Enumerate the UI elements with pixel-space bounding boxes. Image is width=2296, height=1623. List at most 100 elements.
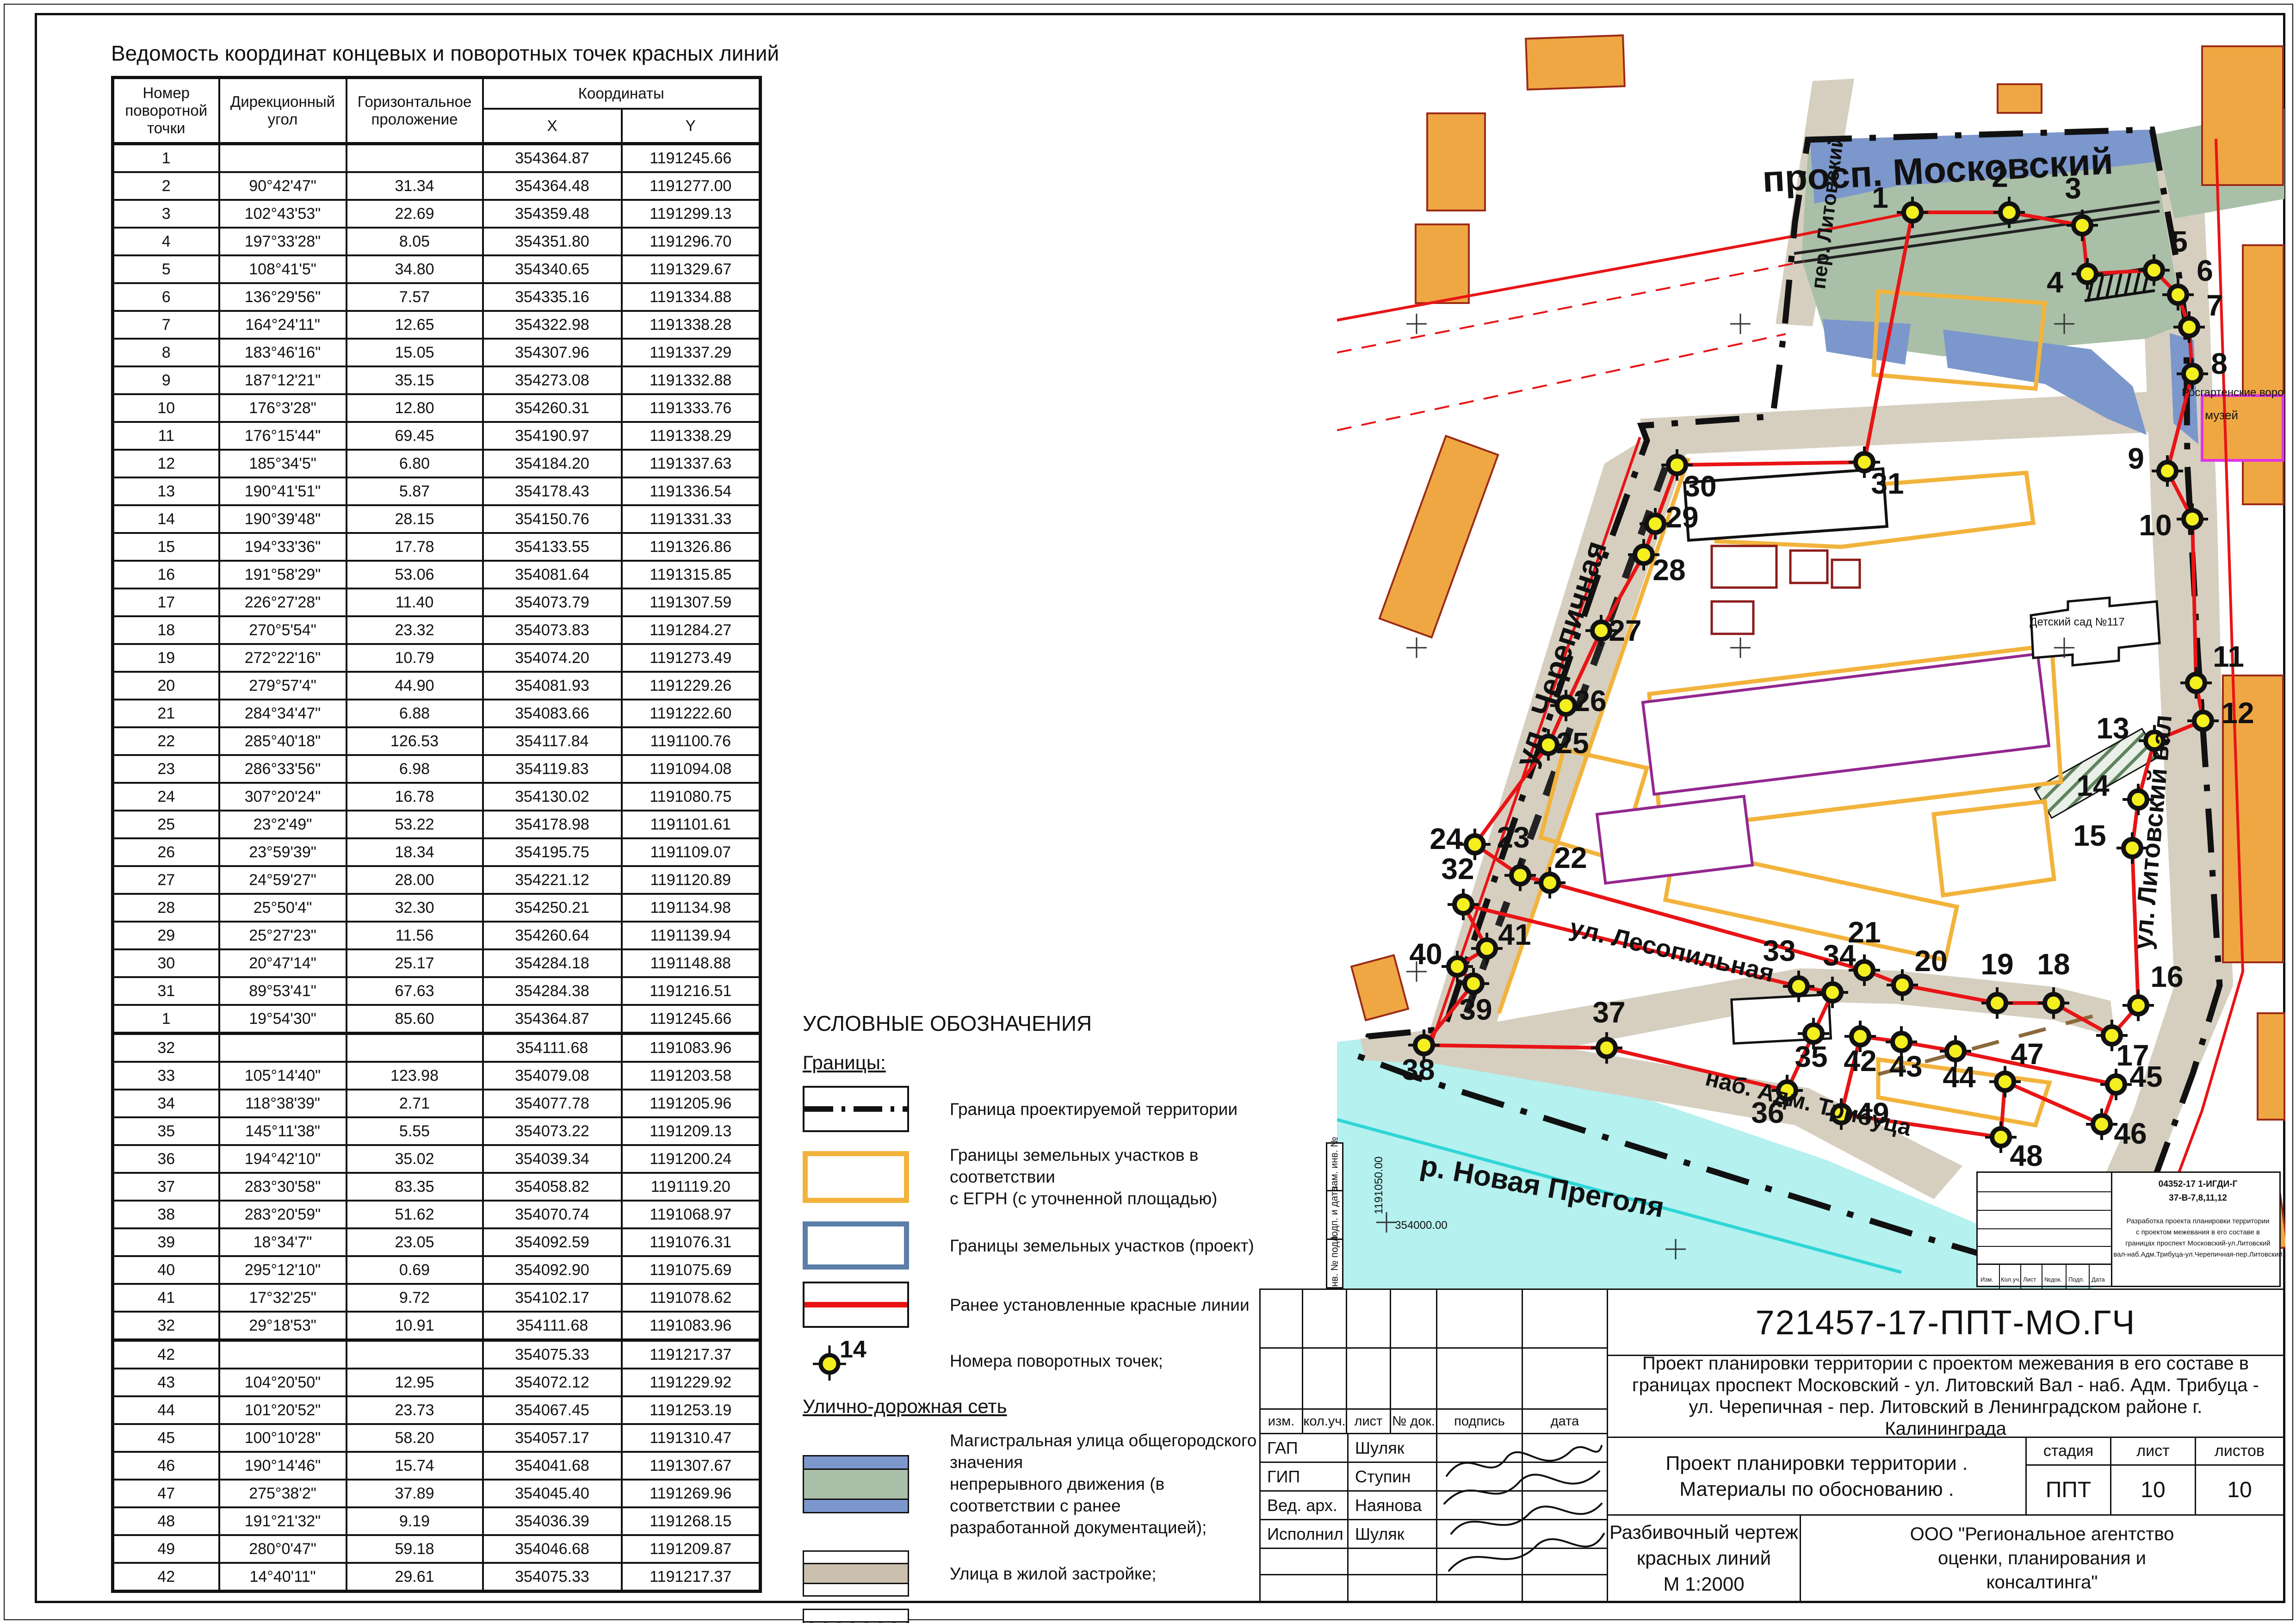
table-row: 46190°14'46"15.74354041.681191307.67 bbox=[113, 1452, 761, 1480]
legend-group-streets: Улично-дорожная сеть bbox=[803, 1395, 1265, 1418]
name-ispolnil: Шуляк bbox=[1347, 1519, 1437, 1549]
table-row: 38283°20'59"51.62354070.741191068.97 bbox=[113, 1201, 761, 1228]
name-vedarh: Наянова bbox=[1347, 1490, 1437, 1520]
name-gap: Шуляк bbox=[1347, 1433, 1437, 1463]
turn-point-number: 4 bbox=[2047, 266, 2063, 299]
table-row: 4214°40'11"29.61354075.331191217.37 bbox=[113, 1563, 761, 1592]
table-row: 18270°5'54"23.32354073.831191284.27 bbox=[113, 616, 761, 644]
table-row: 17226°27'28"11.40354073.791191307.59 bbox=[113, 588, 761, 616]
turn-point-number: 40 bbox=[1409, 937, 1442, 971]
table-row: 22285°40'18"126.53354117.841191100.76 bbox=[113, 727, 761, 755]
topo-stamp-text: 04352-17 1-ИГДИ-Г 37-В-7,8,11,12 Разрабо… bbox=[2111, 1173, 2282, 1286]
list-value: 10 bbox=[2110, 1464, 2196, 1516]
turn-point-number: 13 bbox=[2096, 712, 2129, 745]
turn-point-number: 12 bbox=[2221, 696, 2254, 730]
map-annotation: музей bbox=[2205, 408, 2238, 422]
table-row: 40295°12'10"0.69354092.901191075.69 bbox=[113, 1256, 761, 1284]
legend-group-borders: Границы: bbox=[803, 1052, 1265, 1074]
table-row: 3102°43'53"22.69354359.481191299.13 bbox=[113, 200, 761, 228]
rev-header-izm: изм. bbox=[1259, 1408, 1303, 1434]
legend-item-street: Улица в жилой застройке; bbox=[803, 1550, 1265, 1597]
turn-point-number: 24 bbox=[1430, 822, 1463, 855]
listov-header: листов bbox=[2195, 1437, 2284, 1466]
svg-text:14: 14 bbox=[840, 1340, 866, 1363]
table-row: 2523°2'49"53.22354178.981191101.61 bbox=[113, 811, 761, 838]
turn-point-number: 46 bbox=[2114, 1117, 2147, 1150]
table-row: 14190°39'48"28.15354150.761191331.33 bbox=[113, 505, 761, 533]
table-row: 12185°34'5"6.80354184.201191337.63 bbox=[113, 450, 761, 477]
turn-point-number: 35 bbox=[1795, 1040, 1827, 1073]
turn-point-number: 31 bbox=[1871, 467, 1904, 500]
role-gap: ГАП bbox=[1259, 1433, 1349, 1463]
title-block: изм. кол.уч. лист № док. подпись дата ГА… bbox=[1259, 1288, 2284, 1602]
turn-point-symbol: 14 bbox=[803, 1340, 909, 1381]
role-gip: ГИП bbox=[1259, 1462, 1349, 1492]
turn-point-number: 9 bbox=[2128, 442, 2144, 475]
turn-point-number: 22 bbox=[1554, 841, 1587, 874]
rev-header-dok: № док. bbox=[1390, 1408, 1437, 1434]
rev-header-podpis: подпись bbox=[1436, 1408, 1523, 1434]
table-row: 35145°11'38"5.55354073.221191209.13 bbox=[113, 1117, 761, 1145]
table-row: 44101°20'52"23.73354067.451191253.19 bbox=[113, 1396, 761, 1424]
table-row: 45100°10'28"58.20354057.171191310.47 bbox=[113, 1424, 761, 1452]
table-row: 3918°34'7"23.05354092.591191076.31 bbox=[113, 1228, 761, 1256]
table-row: 3020°47'14"25.17354284.181191148.88 bbox=[113, 949, 761, 977]
turn-point-number: 8 bbox=[2211, 347, 2228, 380]
map-annotation: Детский сад №117 bbox=[2030, 616, 2125, 628]
turn-point-number: 14 bbox=[2076, 769, 2110, 802]
table-row: 4117°32'25"9.72354102.171191078.62 bbox=[113, 1284, 761, 1312]
turn-point-number: 20 bbox=[1914, 944, 1947, 978]
name-gip: Ступин bbox=[1347, 1462, 1437, 1492]
turn-point-number: 16 bbox=[2150, 960, 2183, 993]
list-header: лист bbox=[2110, 1437, 2196, 1466]
table-row: 48191°21'32"9.19354036.391191268.15 bbox=[113, 1507, 761, 1535]
stage-header: стадия bbox=[2025, 1437, 2111, 1466]
turn-point-number: 25 bbox=[1556, 726, 1589, 760]
table-row: 1354364.871191245.66 bbox=[113, 144, 761, 173]
table-row: 4197°33'28"8.05354351.801191296.70 bbox=[113, 228, 761, 255]
turn-point-number: 23 bbox=[1497, 821, 1529, 854]
turn-point-number: 5 bbox=[2171, 225, 2188, 258]
residential-street-swatch bbox=[803, 1550, 909, 1597]
project-parcels-swatch bbox=[803, 1221, 909, 1270]
turn-point-number: 6 bbox=[2197, 254, 2213, 287]
turn-point-number: 34 bbox=[1823, 939, 1856, 972]
turn-point-number: 26 bbox=[1573, 684, 1606, 718]
document-code: 721457-17-ППТ-МО.ГЧ bbox=[1607, 1288, 2284, 1356]
turn-point-number: 47 bbox=[2011, 1037, 2043, 1071]
turn-point-number: 15 bbox=[2073, 819, 2106, 852]
table-row: 3229°18'53"10.91354111.681191083.96 bbox=[113, 1312, 761, 1340]
table-row: 15194°33'36"17.78354133.551191326.86 bbox=[113, 533, 761, 561]
map-annotation: Росгартенские ворота bbox=[2182, 386, 2285, 399]
turn-point-number: 39 bbox=[1459, 993, 1492, 1026]
topo-mini-stamp: Изм. Кол.уч. Лист №док. Подп. Дата 04352… bbox=[1976, 1171, 2281, 1287]
drawing-name: Разбивочный чертеж красных линий М 1:200… bbox=[1607, 1514, 1801, 1602]
table-row: 5108°41'5"34.80354340.651191329.67 bbox=[113, 255, 761, 283]
table-row: 3189°53'41"67.63354284.381191216.51 bbox=[113, 977, 761, 1005]
magistral-street-swatch bbox=[803, 1455, 909, 1513]
table-row: 2724°59'27"28.00354221.121191120.89 bbox=[113, 866, 761, 894]
table-row: 36194°42'10"35.02354039.341191200.24 bbox=[113, 1145, 761, 1173]
legend-item-egrn: Границы земельных участков в соответстви… bbox=[803, 1144, 1265, 1209]
turn-point-number: 37 bbox=[1592, 996, 1625, 1029]
turn-point-marker: 48 bbox=[1985, 1121, 2043, 1172]
table-row: 42354075.331191217.37 bbox=[113, 1340, 761, 1369]
table-row: 49280°0'47"59.18354046.681191209.87 bbox=[113, 1535, 761, 1563]
rev-header-data: дата bbox=[1522, 1408, 1608, 1434]
table-row: 10176°3'28"12.80354260.311191333.76 bbox=[113, 394, 761, 422]
turn-point-number: 28 bbox=[1652, 553, 1685, 587]
turn-point-number: 45 bbox=[2129, 1060, 2162, 1093]
table-row: 2925°27'23"11.56354260.641191139.94 bbox=[113, 922, 761, 949]
col-header-point: Номер поворотной точки bbox=[113, 78, 219, 144]
territory-boundary-swatch bbox=[803, 1086, 909, 1132]
legend-item-territory: Граница проектируемой территории bbox=[803, 1086, 1265, 1132]
table-row: 19272°22'16"10.79354074.201191273.49 bbox=[113, 644, 761, 672]
table-row: 9187°12'21"35.15354273.081191332.88 bbox=[113, 366, 761, 394]
turn-point-number: 18 bbox=[2037, 948, 2070, 981]
turn-point-number: 30 bbox=[1683, 470, 1716, 503]
table-row: 21284°34'47"6.88354083.661191222.60 bbox=[113, 700, 761, 727]
table-row: 23286°33'56"6.98354119.831191094.08 bbox=[113, 755, 761, 783]
document-name: Проект планировки территории . Материалы… bbox=[1607, 1437, 2027, 1516]
table-row: 2623°59'39"18.34354195.751191109.07 bbox=[113, 838, 761, 866]
rev-header-koluch: кол.уч. bbox=[1302, 1408, 1347, 1434]
